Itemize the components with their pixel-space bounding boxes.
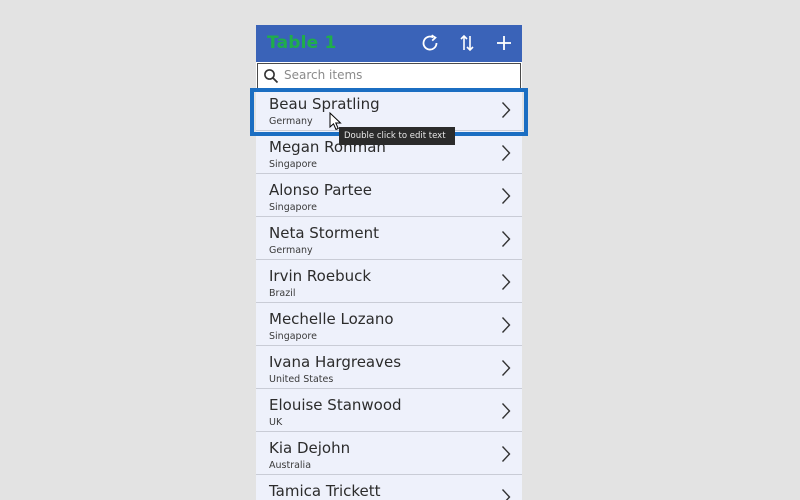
list-item[interactable]: Tamica Trickett — [256, 475, 522, 500]
item-subtitle: Singapore — [269, 331, 317, 342]
title-bar: Table 1 — [256, 25, 522, 62]
chevron-right-icon[interactable] — [501, 230, 511, 248]
item-title: Tamica Trickett — [269, 482, 381, 500]
list-item[interactable]: Irvin Roebuck Brazil — [256, 260, 522, 303]
list-item[interactable]: Alonso Partee Singapore — [256, 174, 522, 217]
tooltip: Double click to edit text — [339, 127, 455, 145]
list-item[interactable]: Kia Dejohn Australia — [256, 432, 522, 475]
list-item[interactable]: Elouise Stanwood UK — [256, 389, 522, 432]
chevron-right-icon[interactable] — [501, 402, 511, 420]
gallery-screen: Table 1 Search items Beau Spratling Germ… — [256, 25, 522, 500]
search-box[interactable] — [257, 63, 521, 89]
item-subtitle: Germany — [269, 116, 313, 127]
chevron-right-icon[interactable] — [501, 273, 511, 291]
item-subtitle: Brazil — [269, 288, 296, 299]
chevron-right-icon[interactable] — [501, 359, 511, 377]
item-subtitle: Singapore — [269, 159, 317, 170]
chevron-right-icon[interactable] — [501, 187, 511, 205]
refresh-icon[interactable] — [419, 32, 441, 54]
item-title: Ivana Hargreaves — [269, 353, 402, 371]
sort-icon[interactable] — [456, 32, 478, 54]
chevron-right-icon[interactable] — [501, 316, 511, 334]
item-title: Beau Spratling — [269, 95, 380, 113]
chevron-right-icon[interactable] — [501, 144, 511, 162]
editor-canvas: Table 1 Search items Beau Spratling Germ… — [0, 0, 800, 500]
item-subtitle: UK — [269, 417, 283, 428]
add-icon[interactable] — [493, 32, 515, 54]
chevron-right-icon[interactable] — [501, 101, 511, 119]
item-title: Alonso Partee — [269, 181, 372, 199]
list-item[interactable]: Beau Spratling Germany — [256, 88, 522, 131]
search-input[interactable] — [284, 66, 514, 84]
item-title: Mechelle Lozano — [269, 310, 394, 328]
chevron-right-icon[interactable] — [501, 488, 511, 500]
screen-title[interactable]: Table 1 — [267, 33, 337, 53]
chevron-right-icon[interactable] — [501, 445, 511, 463]
item-subtitle: Singapore — [269, 202, 317, 213]
item-subtitle: United States — [269, 374, 334, 385]
mouse-cursor-icon — [329, 111, 343, 132]
item-title: Elouise Stanwood — [269, 396, 402, 414]
search-icon — [263, 68, 279, 84]
list-item[interactable]: Neta Storment Germany — [256, 217, 522, 260]
item-title: Neta Storment — [269, 224, 380, 242]
item-subtitle: Germany — [269, 245, 313, 256]
item-title: Kia Dejohn — [269, 439, 351, 457]
item-title: Irvin Roebuck — [269, 267, 372, 285]
list-item[interactable]: Mechelle Lozano Singapore — [256, 303, 522, 346]
gallery-list[interactable]: Beau Spratling Germany Megan Ronman Singapo… — [256, 88, 522, 500]
list-item[interactable]: Ivana Hargreaves United States — [256, 346, 522, 389]
item-subtitle: Australia — [269, 460, 312, 471]
